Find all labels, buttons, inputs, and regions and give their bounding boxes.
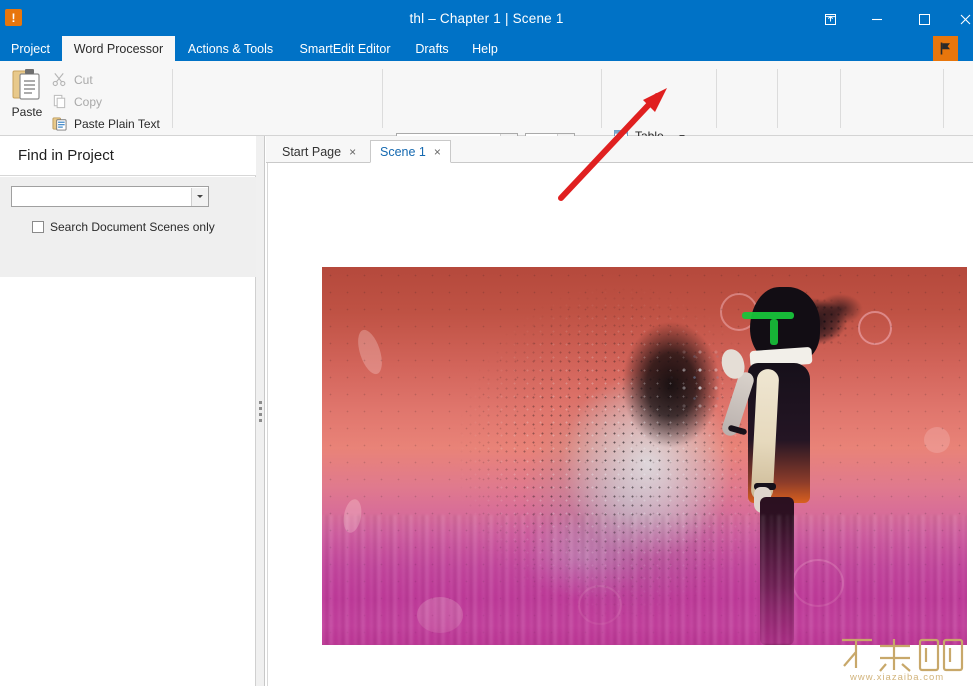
- title-bar: ! thl – Chapter 1 | Scene 1: [0, 0, 973, 36]
- paste-plain-text-menu-item[interactable]: Paste Plain Text: [52, 113, 160, 134]
- document-editor: Start Page × Scene 1 ×: [266, 136, 973, 686]
- close-icon: [959, 13, 972, 26]
- cut-menu-item[interactable]: Cut: [52, 69, 93, 90]
- panel-splitter[interactable]: [256, 136, 265, 686]
- copy-label: Copy: [74, 95, 102, 109]
- close-button[interactable]: [950, 8, 973, 30]
- paste-button-label: Paste: [12, 105, 43, 119]
- tab-label: Scene 1: [380, 145, 426, 159]
- menu-tab-word-processor[interactable]: Word Processor: [62, 36, 175, 61]
- minimize-button[interactable]: [862, 8, 892, 30]
- panel-title: Find in Project: [0, 147, 114, 164]
- find-in-project-panel: Find in Project Search Document Scenes o…: [0, 136, 256, 686]
- copy-icon: [52, 94, 67, 109]
- figure-visor-strap: [770, 319, 778, 345]
- document-page[interactable]: [267, 163, 973, 686]
- flag-button[interactable]: [933, 36, 958, 61]
- menu-tab-actions-tools[interactable]: Actions & Tools: [180, 36, 281, 61]
- tab-close-icon[interactable]: ×: [349, 146, 356, 158]
- flag-icon: [938, 41, 953, 56]
- paste-plain-icon: [52, 116, 67, 131]
- inline-picture[interactable]: [322, 267, 967, 645]
- menu-tab-smartedit-editor[interactable]: SmartEdit Editor: [290, 36, 400, 61]
- chevron-down-icon: [197, 195, 203, 198]
- menu-tab-project[interactable]: Project: [2, 36, 59, 61]
- search-history-dropdown-arrow[interactable]: [191, 188, 208, 206]
- paste-plain-text-label: Paste Plain Text: [74, 117, 160, 131]
- checkbox-box: [32, 221, 44, 233]
- scissors-icon: [52, 72, 67, 87]
- minimize-icon: [870, 13, 884, 25]
- application-window: ! thl – Chapter 1 | Scene 1: [0, 0, 973, 686]
- ribbon-toolbar: Paste Cut Copy Pa: [0, 61, 973, 136]
- artwork-bottom-haze: [322, 515, 967, 645]
- maximize-icon: [918, 13, 931, 26]
- artwork-canvas: [322, 267, 967, 645]
- checkbox-label: Search Document Scenes only: [50, 220, 215, 234]
- find-in-project-header: Find in Project: [0, 136, 256, 176]
- menu-tab-drafts[interactable]: Drafts: [408, 36, 456, 61]
- menu-tab-help[interactable]: Help: [464, 36, 506, 61]
- splitter-grip: [259, 401, 262, 422]
- paste-button[interactable]: Paste: [6, 67, 48, 129]
- paste-icon: [12, 67, 42, 101]
- document-tab-strip: Start Page × Scene 1 ×: [266, 136, 973, 163]
- restore-down-icon: [824, 13, 837, 26]
- tab-close-icon[interactable]: ×: [434, 146, 441, 158]
- copy-menu-item[interactable]: Copy: [52, 91, 102, 112]
- figure-shards: [660, 325, 734, 435]
- menu-tab-strip: Project Word Processor Actions & Tools S…: [0, 36, 973, 61]
- document-tab-scene-1[interactable]: Scene 1 ×: [370, 140, 451, 163]
- figure-visor: [742, 312, 794, 319]
- tab-label: Start Page: [282, 145, 341, 159]
- restore-down-button[interactable]: [815, 8, 845, 30]
- search-document-scenes-only-checkbox[interactable]: Search Document Scenes only: [32, 220, 215, 234]
- search-input[interactable]: [11, 186, 209, 207]
- document-tab-start-page[interactable]: Start Page ×: [272, 140, 366, 163]
- cut-label: Cut: [74, 73, 93, 87]
- maximize-button[interactable]: [909, 8, 939, 30]
